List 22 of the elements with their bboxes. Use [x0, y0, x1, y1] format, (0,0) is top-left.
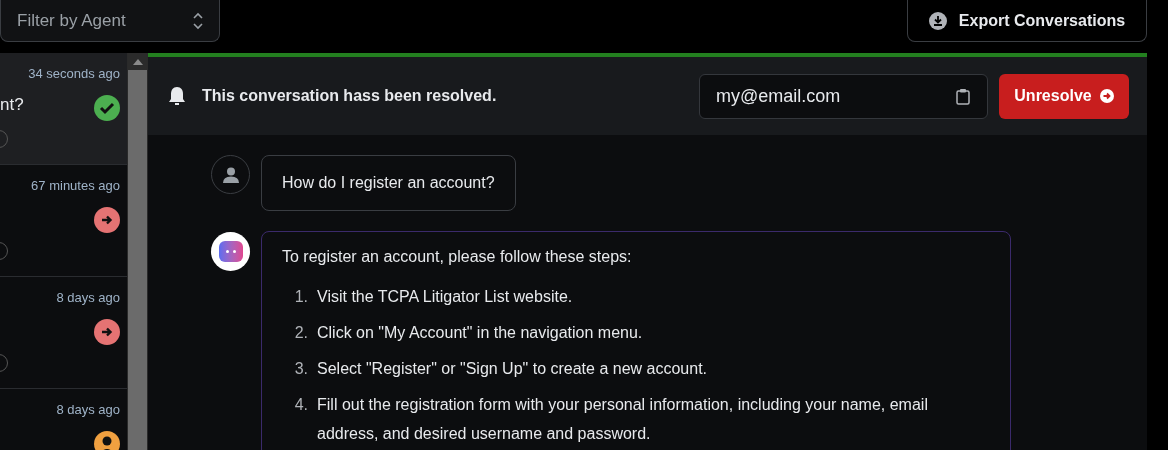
- message-text: To register an account, please follow these steps:: [282, 247, 633, 267]
- step-number: 2.: [293, 323, 309, 343]
- step-text: Visit the TCPA Litigator List website.: [317, 287, 573, 307]
- user-message: How do I register an account?: [261, 155, 516, 211]
- step-text: Select "Register" or "Sign Up" to create a new account.: [317, 359, 708, 379]
- step-text: Click on "My Account" in the navigation menu.: [317, 323, 643, 343]
- step-number: 4.: [293, 395, 309, 415]
- conversation-item[interactable]: 34 seconds ago nt?: [0, 53, 127, 165]
- unresolve-button[interactable]: Unresolve: [999, 73, 1129, 119]
- conversation-time: 8 days ago: [56, 401, 120, 419]
- export-conversations-button[interactable]: Export Conversations: [907, 0, 1147, 42]
- step-text: Fill out the registration form with your personal information, including your name, email address, and desired username and password.: [317, 395, 929, 444]
- conversation-time: 8 days ago: [56, 289, 120, 307]
- banner-text: This conversation hass been resolved.: [202, 86, 497, 106]
- step-number: 3.: [293, 359, 309, 379]
- conversation-time: 34 seconds ago: [28, 65, 120, 83]
- conversation-preview: nt?: [0, 94, 24, 116]
- conversation-time: 67 minutes ago: [31, 177, 120, 195]
- filter-placeholder: Filter by Agent: [17, 9, 126, 32]
- email-field[interactable]: my@email.com: [699, 73, 988, 119]
- step-number: 1.: [293, 287, 309, 307]
- agent-filter-select[interactable]: Filter by Agent: [0, 0, 220, 42]
